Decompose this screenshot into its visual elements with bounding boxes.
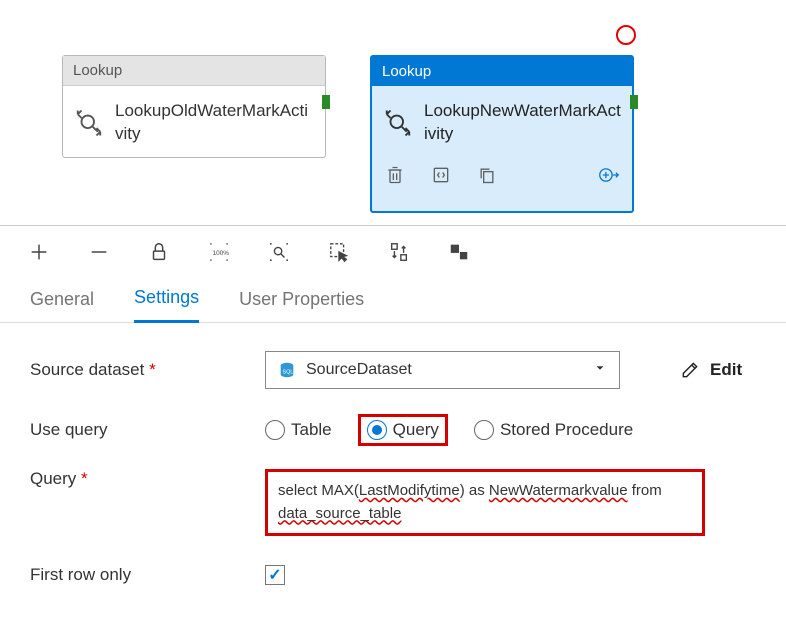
tab-user-properties[interactable]: User Properties [239,289,364,322]
first-row-only-checkbox[interactable]: ✓ [265,565,285,585]
validation-indicator-icon [616,25,636,45]
activity-lookup-old-watermark[interactable]: Lookup LookupOldWaterMarkActivity [62,55,326,158]
radio-query[interactable]: Query [358,414,448,446]
tab-settings[interactable]: Settings [134,287,199,323]
check-icon: ✓ [268,565,281,585]
output-handle[interactable] [630,95,638,109]
add-output-icon[interactable] [598,164,620,186]
source-dataset-label: Source dataset * [30,360,265,380]
dataset-name-value: SourceDataset [306,361,412,379]
activity-lookup-new-watermark[interactable]: Lookup LookupNewWaterMarkActivity [370,55,634,213]
svg-text:100%: 100% [213,249,230,256]
code-icon[interactable] [430,164,452,186]
sql-dataset-icon: SQL [278,361,296,379]
lookup-icon [382,107,414,139]
first-row-only-label: First row only [30,565,265,585]
activity-name-label: LookupNewWaterMarkActivity [424,100,622,146]
query-textarea[interactable]: select MAX(LastModifytime) as NewWaterma… [265,469,705,536]
delete-icon[interactable] [384,164,406,186]
select-tool-icon[interactable] [326,239,352,265]
activity-type-label: Lookup [372,57,632,86]
pipeline-canvas[interactable]: Lookup LookupOldWaterMarkActivity Lookup… [0,0,786,225]
svg-text:SQL: SQL [283,370,294,376]
use-query-label: Use query [30,420,265,440]
settings-panel: Source dataset * SQL SourceDataset Edit … [0,323,786,624]
properties-tabs: General Settings User Properties [0,277,786,323]
zoom-fit-icon[interactable] [266,239,292,265]
edit-dataset-button[interactable]: Edit [680,360,742,380]
auto-arrange-icon[interactable] [386,239,412,265]
lookup-icon [73,107,105,139]
radio-stored-procedure[interactable]: Stored Procedure [474,420,633,440]
remove-button[interactable] [86,239,112,265]
minimap-icon[interactable] [446,239,472,265]
source-dataset-dropdown[interactable]: SQL SourceDataset [265,351,620,389]
lock-icon[interactable] [146,239,172,265]
canvas-toolbar: 100% [0,225,786,277]
query-label: Query * [30,469,265,489]
copy-icon[interactable] [476,164,498,186]
activity-type-label: Lookup [63,56,325,86]
activity-name-label: LookupOldWaterMarkActivity [115,100,315,146]
tab-general[interactable]: General [30,289,94,322]
chevron-down-icon [593,361,607,380]
radio-table[interactable]: Table [265,420,332,440]
output-handle[interactable] [322,95,330,109]
zoom-100-icon[interactable]: 100% [206,239,232,265]
add-button[interactable] [26,239,52,265]
